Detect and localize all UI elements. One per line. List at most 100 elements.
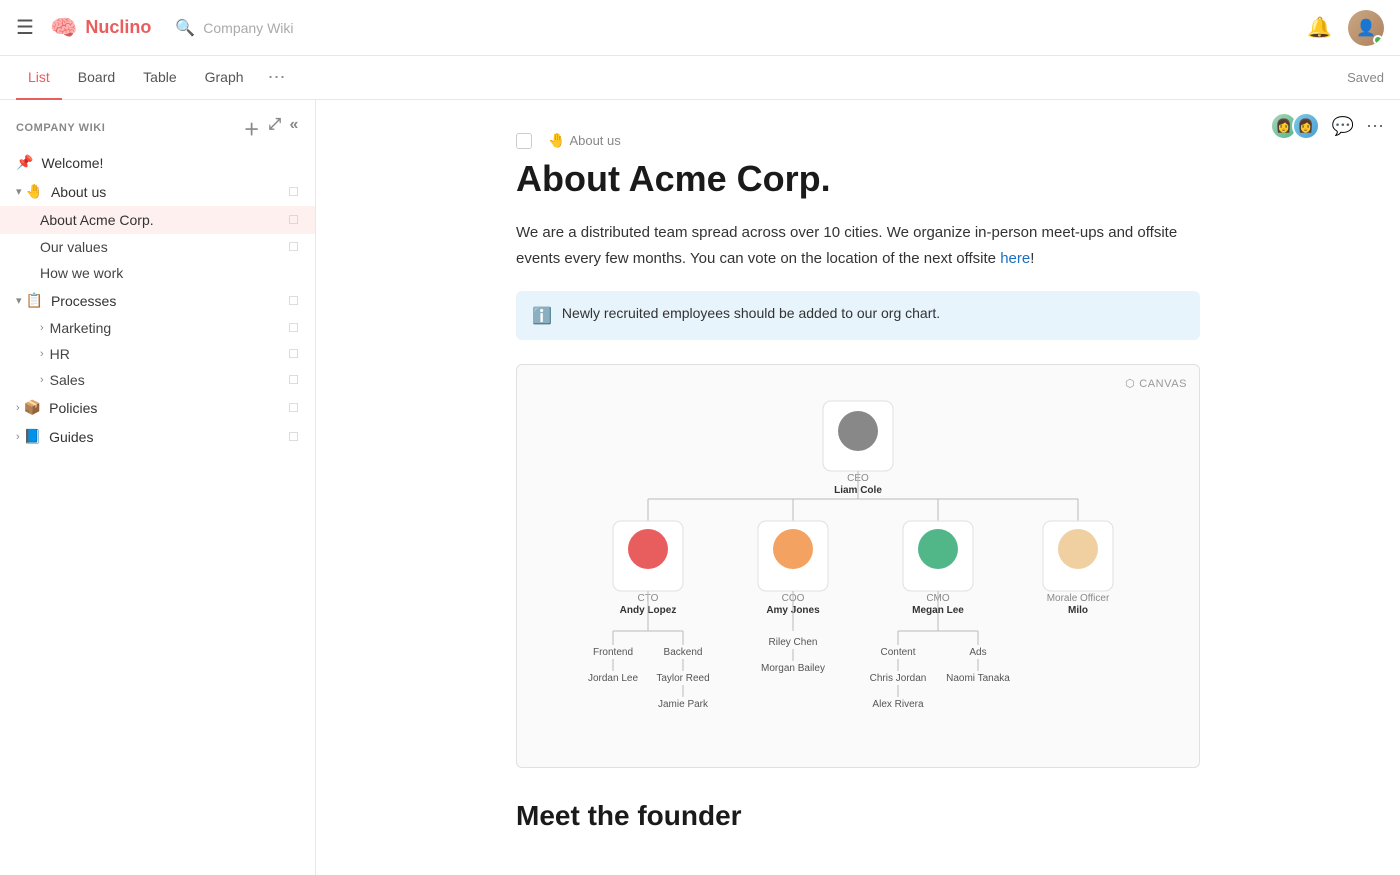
info-box: ℹ️ Newly recruited employees should be a… (516, 291, 1200, 340)
sidebar-group-processes-header[interactable]: ▾ 📋 Processes ☐ (0, 286, 315, 315)
logo-area: 🧠 Nuclino (50, 15, 151, 41)
tab-list[interactable]: List (16, 56, 62, 100)
online-dot (1373, 35, 1383, 45)
about-us-label: About us (51, 184, 288, 200)
collab-avatar-2: 👩 (1292, 112, 1320, 140)
doc-checkbox[interactable] (516, 133, 532, 149)
sidebar-item-guides[interactable]: › 📘 Guides ☐ (0, 422, 315, 451)
policies-emoji: 📦 (24, 399, 41, 416)
doc-title: About Acme Corp. (516, 157, 1200, 200)
tab-graph[interactable]: Graph (193, 56, 256, 100)
app-name: Nuclino (85, 17, 151, 38)
collab-avatars: 👩 👩 (1270, 112, 1320, 140)
hamburger-icon[interactable]: ☰ (16, 15, 34, 40)
breadcrumb-emoji: 🤚 (548, 132, 565, 149)
sidebar-item-sales[interactable]: › Sales ☐ (0, 367, 315, 393)
content-inner: 🤚 About us About Acme Corp. We are a dis… (468, 100, 1248, 875)
svg-text:Taylor Reed: Taylor Reed (656, 673, 709, 684)
tab-more-icon[interactable]: ⋯ (268, 67, 286, 88)
svg-text:Ads: Ads (969, 647, 986, 658)
comment-icon[interactable]: 💬 (1332, 116, 1354, 137)
search-area[interactable]: 🔍 Company Wiki (175, 18, 293, 38)
svg-text:Backend: Backend (664, 647, 703, 658)
about-us-emoji: 🤚 (26, 183, 43, 200)
svg-text:Alex Rivera: Alex Rivera (872, 699, 924, 710)
add-icon[interactable]: ＋ (244, 116, 261, 140)
breadcrumb-label[interactable]: About us (569, 133, 620, 148)
tab-table[interactable]: Table (131, 56, 188, 100)
canvas-label-text: CANVAS (1139, 378, 1187, 390)
svg-text:Morale Officer: Morale Officer (1047, 593, 1110, 604)
sidebar-item-about-acme[interactable]: About Acme Corp. ☐ (0, 206, 315, 234)
saved-label: Saved (1347, 70, 1384, 85)
about-us-check: ☐ (288, 185, 299, 199)
search-icon: 🔍 (175, 18, 195, 38)
sidebar-item-policies[interactable]: › 📦 Policies ☐ (0, 393, 315, 422)
svg-text:Naomi Tanaka: Naomi Tanaka (946, 673, 1010, 684)
sidebar: COMPANY WIKI ＋ ⤢ « 📌 Welcome! ▾ 🤚 About … (0, 100, 316, 875)
main-area: COMPANY WIKI ＋ ⤢ « 📌 Welcome! ▾ 🤚 About … (0, 100, 1400, 875)
pin-icon: 📌 (16, 154, 33, 171)
collapse-sidebar-icon[interactable]: « (290, 116, 299, 140)
sidebar-item-welcome[interactable]: 📌 Welcome! (0, 148, 315, 177)
sidebar-group-about-us-header[interactable]: ▾ 🤚 About us ☐ (0, 177, 315, 206)
how-we-work-label: How we work (40, 265, 299, 281)
hr-label: HR (50, 346, 289, 362)
doc-body: We are a distributed team spread across … (516, 220, 1200, 271)
sidebar-group-processes: ▾ 📋 Processes ☐ › Marketing ☐ › HR ☐ › S… (0, 286, 315, 393)
canvas-label: ⬡ CANVAS (1125, 377, 1187, 390)
canvas-icon: ⬡ (1125, 377, 1135, 390)
svg-text:Content: Content (880, 647, 915, 658)
svg-text:Riley Chen: Riley Chen (769, 637, 818, 648)
chevron-right-hr-icon: › (40, 348, 44, 360)
org-chart: CEO Liam Cole CTO Andy Lopez (533, 381, 1183, 751)
search-placeholder: Company Wiki (203, 20, 293, 36)
section2-title: Meet the founder (516, 800, 1200, 832)
svg-text:Jordan Lee: Jordan Lee (588, 673, 638, 684)
canvas-block: ⬡ CANVAS CEO Liam Cole (516, 364, 1200, 768)
sidebar-header: COMPANY WIKI ＋ ⤢ « (0, 112, 315, 148)
info-text: Newly recruited employees should be adde… (562, 305, 940, 321)
sidebar-item-welcome-label: Welcome! (41, 155, 103, 171)
guides-label: Guides (49, 429, 288, 445)
marketing-label: Marketing (50, 320, 289, 336)
content-actions: 👩 👩 💬 ⋯ (1270, 112, 1384, 140)
svg-text:Morgan Bailey: Morgan Bailey (761, 663, 825, 674)
expand-icon[interactable]: ⤢ (268, 116, 281, 140)
svg-text:Milo: Milo (1068, 605, 1088, 616)
here-link[interactable]: here (1000, 250, 1030, 267)
breadcrumb: 🤚 About us (548, 132, 621, 149)
chevron-right-policies-icon: › (16, 402, 20, 414)
sidebar-group-about-us: ▾ 🤚 About us ☐ About Acme Corp. ☐ Our va… (0, 177, 315, 286)
chevron-down-icon: ▾ (16, 185, 22, 198)
doc-body-text1: We are a distributed team spread across … (516, 224, 1177, 267)
sidebar-item-marketing[interactable]: › Marketing ☐ (0, 315, 315, 341)
chevron-right-marketing-icon: › (40, 322, 44, 334)
top-nav: ☰ 🧠 Nuclino 🔍 Company Wiki 🔔 👤 (0, 0, 1400, 56)
about-acme-check: ☐ (288, 213, 299, 227)
svg-text:Frontend: Frontend (593, 647, 633, 658)
processes-emoji: 📋 (26, 292, 43, 309)
svg-text:Chris Jordan: Chris Jordan (870, 673, 927, 684)
sidebar-item-our-values[interactable]: Our values ☐ (0, 234, 315, 260)
chevron-down-processes-icon: ▾ (16, 294, 22, 307)
sidebar-header-actions: ＋ ⤢ « (244, 116, 299, 140)
info-icon: ℹ️ (532, 306, 552, 326)
sidebar-item-how-we-work[interactable]: How we work (0, 260, 315, 286)
tab-bar: List Board Table Graph ⋯ Saved (0, 56, 1400, 100)
tab-board[interactable]: Board (66, 56, 127, 100)
sales-label: Sales (50, 372, 289, 388)
user-avatar[interactable]: 👤 (1348, 10, 1384, 46)
guides-emoji: 📘 (24, 428, 41, 445)
svg-text:Jamie Park: Jamie Park (658, 699, 709, 710)
chevron-right-sales-icon: › (40, 374, 44, 386)
our-values-label: Our values (40, 239, 288, 255)
about-acme-label: About Acme Corp. (40, 212, 288, 228)
sidebar-item-hr[interactable]: › HR ☐ (0, 341, 315, 367)
policies-label: Policies (49, 400, 288, 416)
logo-brain-icon: 🧠 (50, 15, 77, 41)
notification-bell-icon[interactable]: 🔔 (1307, 15, 1332, 40)
chevron-right-guides-icon: › (16, 431, 20, 443)
content-area: 👩 👩 💬 ⋯ 🤚 About us About Acme Corp. We a… (316, 100, 1400, 875)
more-options-icon[interactable]: ⋯ (1366, 116, 1384, 137)
